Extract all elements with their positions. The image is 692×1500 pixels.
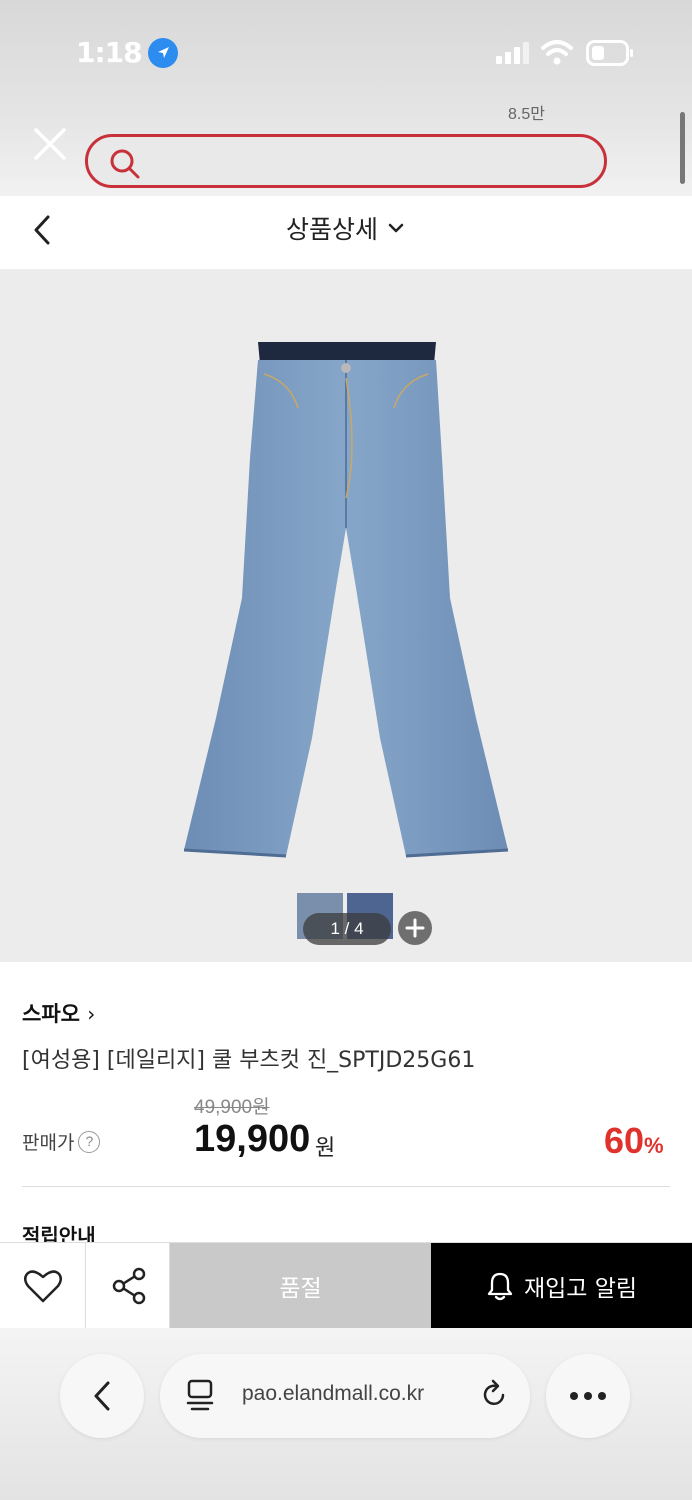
sale-price: 19,900 [194,1118,311,1160]
signal-icon [496,42,529,64]
product-image-jeans [183,342,509,858]
browser-toolbar: pao.elandmall.co.kr [0,1328,692,1500]
image-pager: 1 / 4 [303,913,391,945]
browser-back-button[interactable] [60,1354,144,1438]
currency-unit: 원 [315,1136,336,1161]
sold-out-button[interactable]: 품절 [170,1243,431,1329]
divider [22,1186,670,1187]
expand-gallery-button[interactable] [398,911,432,945]
ellipsis-icon [570,1392,606,1400]
page-title: 상품상세 [285,215,378,244]
page-header: 상품상세 [0,196,692,270]
location-arrow-icon [148,38,178,68]
reader-mode-icon [186,1379,214,1411]
share-icon [112,1267,146,1305]
top-header: 1:18 8.5만 [0,0,692,200]
discount-unit: % [644,1133,664,1158]
original-price: 49,900원 [194,1097,270,1118]
search-icon [110,149,140,179]
reload-icon[interactable] [478,1378,510,1412]
chevron-right-icon: › [87,1002,96,1026]
chevron-left-icon [94,1381,110,1411]
discount-value: 60 [604,1120,645,1161]
share-button[interactable] [86,1243,170,1329]
discount-rate: 60% [604,1120,664,1162]
plus-icon [405,918,425,938]
points-info-heading: 적립안내 [22,1224,96,1242]
close-icon[interactable] [30,124,70,164]
brand-name: 스파오 [22,1002,80,1026]
product-name: [여성용] [데일리지] 쿨 부츠컷 진_SPTJD25G61 [22,1048,476,1073]
wifi-icon [541,40,573,65]
wishlist-button[interactable] [0,1243,86,1329]
restock-label: 재입고 알림 [523,1276,638,1302]
price-label: 판매가 [22,1132,75,1154]
more-options-button[interactable] [546,1354,630,1438]
product-image-gallery[interactable]: 1 / 4 [0,270,692,962]
url-text: pao.elandmall.co.kr [242,1382,425,1405]
status-time: 1:18 [76,36,143,69]
heart-icon [24,1270,62,1303]
sold-out-label: 품절 [279,1276,322,1302]
battery-icon [586,40,633,66]
chevron-down-icon [388,223,404,233]
status-bar: 1:18 [0,30,692,74]
page-title-dropdown[interactable]: 상품상세 [0,210,692,246]
scroll-indicator[interactable] [680,112,685,184]
bell-icon [487,1272,513,1301]
address-bar[interactable]: pao.elandmall.co.kr [160,1354,530,1438]
restock-alert-button[interactable]: 재입고 알림 [431,1243,692,1329]
price-label-group: 판매가 ? [22,1128,101,1155]
action-bar: 품절 재입고 알림 [0,1242,692,1329]
help-icon[interactable]: ? [78,1130,101,1153]
brand-link[interactable]: 스파오 › [22,998,95,1028]
view-count: 8.5만 [508,106,545,123]
search-input[interactable] [85,134,607,188]
